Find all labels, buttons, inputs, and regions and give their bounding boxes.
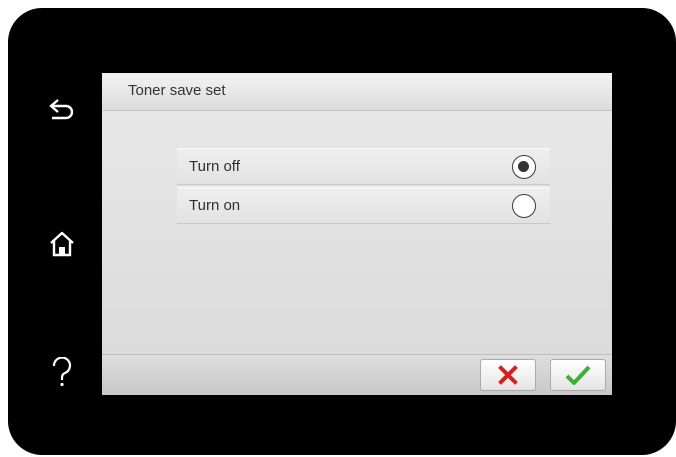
checkmark-icon <box>565 365 591 385</box>
home-icon <box>50 231 74 257</box>
page-title: Toner save set <box>128 82 226 99</box>
option-turn-on[interactable]: Turn on <box>177 187 550 224</box>
back-button[interactable] <box>38 86 86 134</box>
cancel-button[interactable] <box>480 359 536 391</box>
title-bar: Toner save set <box>102 73 612 111</box>
home-button[interactable] <box>38 220 86 268</box>
cross-icon <box>498 365 518 385</box>
confirm-button[interactable] <box>550 359 606 391</box>
option-label: Turn off <box>189 158 240 175</box>
radio-selected[interactable] <box>512 155 536 179</box>
action-bar <box>102 354 612 395</box>
help-button[interactable] <box>38 348 86 396</box>
back-arrow-icon <box>49 99 74 120</box>
lcd-screen: Toner save set Turn off Turn on <box>102 73 612 395</box>
option-turn-off[interactable]: Turn off <box>177 148 550 185</box>
help-icon <box>52 357 72 387</box>
radio-dot <box>518 161 529 172</box>
option-label: Turn on <box>189 197 241 214</box>
option-list: Turn off Turn on <box>177 148 550 226</box>
radio-unselected[interactable] <box>512 194 536 218</box>
